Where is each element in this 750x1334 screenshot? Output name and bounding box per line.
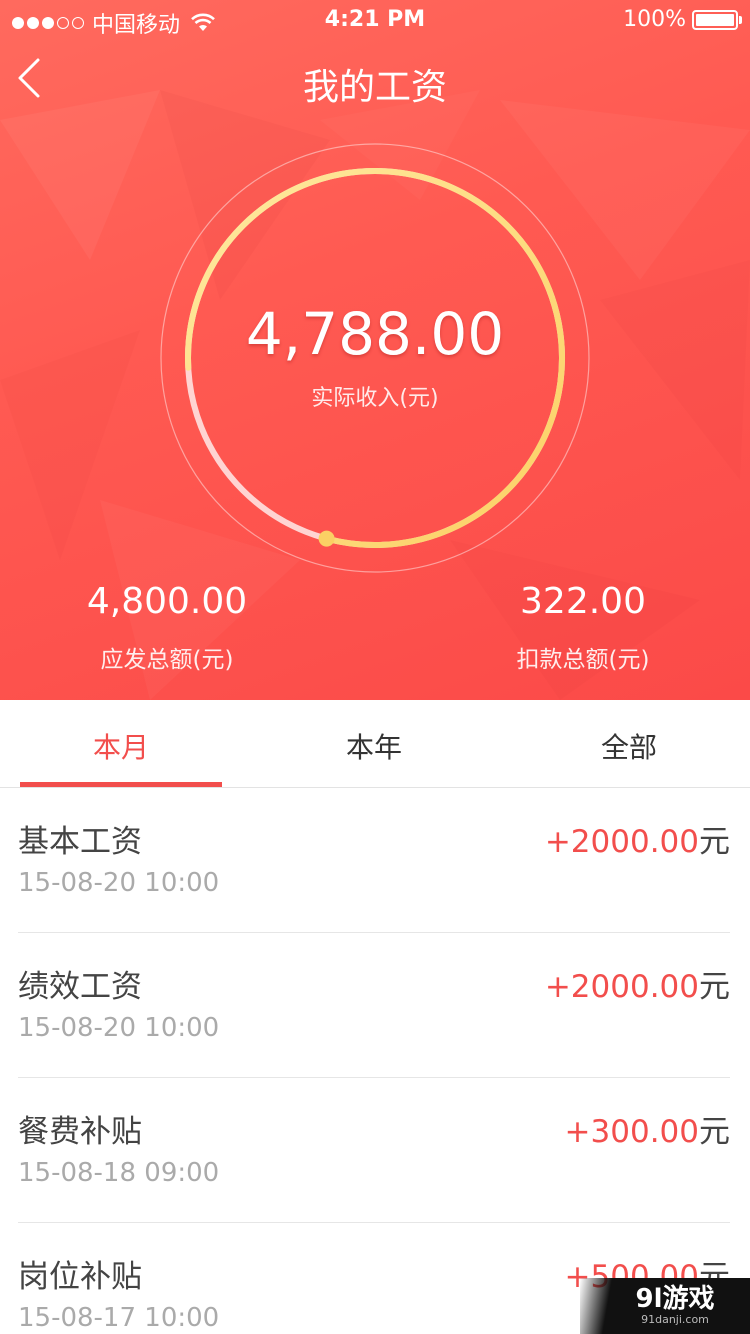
record-date: 15-08-17 10:00: [18, 1303, 220, 1333]
net-income-amount: 4,788.00: [245, 300, 505, 368]
tab-all[interactable]: 全部: [528, 726, 730, 766]
record-amount-value: +2000.00: [544, 969, 699, 1005]
battery-status: 100%: [623, 7, 742, 32]
record-amount-unit: 元: [699, 824, 730, 860]
gross-total-value: 4,800.00: [86, 581, 248, 622]
tab-this-year[interactable]: 本年: [273, 726, 475, 766]
deduction-total: 322.00 扣款总额(元): [433, 578, 733, 674]
record-amount: +300.00元: [565, 1106, 730, 1151]
deduction-total-label: 扣款总额(元): [516, 647, 650, 673]
page-title: 我的工资: [302, 67, 447, 108]
site-watermark: 9l游戏 91danji.com: [580, 1278, 750, 1334]
salary-header: 中国移动 4:21 PM 100% 我的工资 4,788.00 实际收入(元) …: [0, 0, 750, 700]
net-income-label: 实际收入(元): [311, 386, 439, 411]
record-amount-value: +2000.00: [544, 824, 699, 860]
status-bar: 中国移动 4:21 PM 100%: [0, 0, 750, 40]
ring-progress-knob: [318, 530, 335, 547]
record-amount: +2000.00元: [545, 961, 730, 1006]
watermark-logo-text: 9l游戏: [635, 1284, 715, 1314]
salary-record-list: 基本工资 15-08-20 10:00 +2000.00元 绩效工资 15-08…: [0, 788, 750, 1334]
record-amount-value: +300.00: [564, 1114, 699, 1150]
record-date: 15-08-18 09:00: [18, 1158, 220, 1188]
gross-total: 4,800.00 应发总额(元): [17, 578, 317, 674]
record-amount-unit: 元: [699, 1114, 730, 1150]
salary-page: 中国移动 4:21 PM 100% 我的工资 4,788.00 实际收入(元) …: [0, 0, 750, 1334]
deduction-total-value: 322.00: [520, 581, 646, 622]
record-date: 15-08-20 10:00: [18, 1013, 220, 1043]
list-item[interactable]: 餐费补贴 15-08-18 09:00 +300.00元: [18, 1078, 730, 1223]
gross-total-label: 应发总额(元): [100, 647, 234, 673]
active-tab-indicator: [20, 782, 222, 787]
record-name: 岗位补贴: [18, 1259, 142, 1295]
watermark-url: 91danji.com: [641, 1313, 709, 1326]
period-tabs: 本月 本年 全部: [0, 700, 750, 788]
record-name: 餐费补贴: [18, 1114, 142, 1150]
record-name: 基本工资: [18, 824, 142, 860]
record-amount-unit: 元: [699, 969, 730, 1005]
list-item[interactable]: 绩效工资 15-08-20 10:00 +2000.00元: [18, 933, 730, 1078]
record-name: 绩效工资: [18, 969, 142, 1005]
list-item[interactable]: 基本工资 15-08-20 10:00 +2000.00元: [18, 788, 730, 933]
battery-icon: [692, 9, 742, 30]
record-date: 15-08-20 10:00: [18, 868, 220, 898]
navigation-bar: 我的工资: [0, 40, 750, 120]
record-amount: +2000.00元: [545, 816, 730, 861]
tab-this-month[interactable]: 本月: [20, 726, 222, 766]
battery-percent: 100%: [623, 7, 686, 32]
